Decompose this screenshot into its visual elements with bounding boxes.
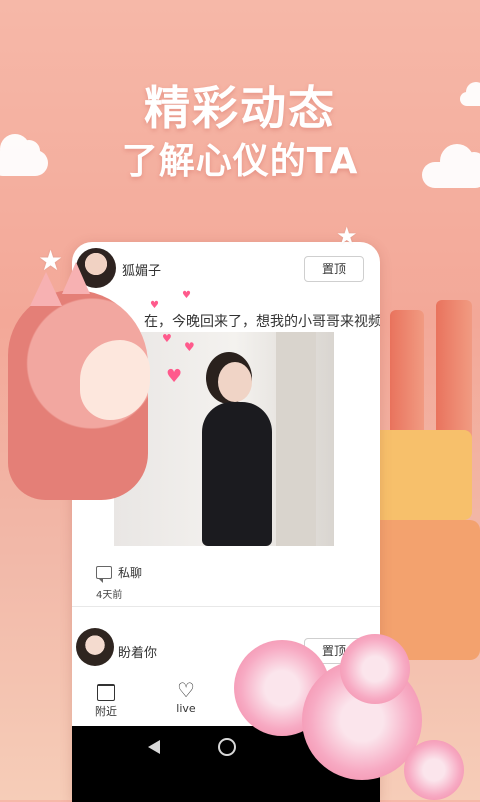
heart-icon: ♥ bbox=[150, 300, 159, 311]
heart-icon: ♥ bbox=[182, 290, 191, 301]
tab-label: live bbox=[176, 702, 196, 715]
headline-subtitle: 了解心仪的TA bbox=[121, 141, 359, 182]
avatar[interactable] bbox=[76, 628, 114, 666]
heart-icon: ♥ bbox=[166, 366, 183, 387]
home-icon[interactable] bbox=[218, 738, 236, 756]
heart-ta-icon bbox=[177, 678, 195, 702]
chat-bubble-icon bbox=[96, 566, 112, 583]
divider bbox=[72, 606, 380, 607]
cloud-decoration bbox=[460, 82, 480, 106]
tab-live[interactable]: live bbox=[156, 678, 216, 715]
tab-nearby[interactable]: 附近 bbox=[76, 684, 136, 719]
username[interactable]: 狐媚子 bbox=[122, 260, 161, 279]
heart-icon: ♥ bbox=[184, 340, 195, 354]
anime-girl-illustration bbox=[0, 262, 170, 560]
star-icon: ★ bbox=[38, 244, 64, 277]
home-icon bbox=[97, 684, 115, 701]
headline-title: 精彩动态 bbox=[144, 81, 336, 135]
pin-button[interactable]: 置顶 bbox=[304, 256, 364, 282]
cloud-decoration bbox=[422, 144, 480, 188]
back-icon[interactable] bbox=[148, 740, 160, 754]
post-time: 4天前 bbox=[96, 590, 123, 601]
post-text: 在，今晚回来了，想我的小哥哥来视频 bbox=[144, 314, 380, 330]
flower-decoration bbox=[404, 740, 464, 800]
private-chat-label: 私聊 bbox=[118, 566, 143, 580]
username[interactable]: 盼着你 bbox=[118, 642, 157, 661]
heart-icon: ♥ bbox=[162, 332, 172, 345]
cloud-decoration bbox=[0, 134, 48, 176]
flower-decoration bbox=[340, 634, 410, 704]
tab-label: 附近 bbox=[95, 705, 117, 718]
post-header: 盼着你 置顶 bbox=[72, 622, 380, 672]
private-chat-button[interactable]: 私聊 bbox=[96, 564, 143, 583]
star-icon: ★ bbox=[336, 222, 358, 250]
